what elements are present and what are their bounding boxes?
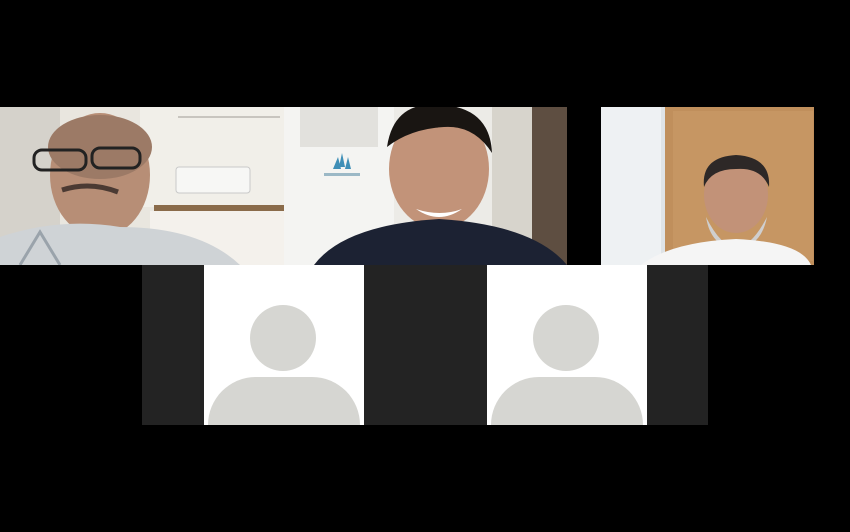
- participant-video-tile-1[interactable]: [0, 107, 284, 265]
- avatar-body-icon: [491, 377, 643, 425]
- empty-tile-2: [364, 265, 487, 425]
- participant-video-3: [601, 107, 814, 265]
- empty-tile-1: [142, 265, 204, 425]
- participant-video-tile-2[interactable]: [284, 107, 567, 265]
- participant-avatar-tile-5[interactable]: [487, 265, 647, 425]
- participant-video-1: [0, 107, 284, 265]
- participant-video-tile-3[interactable]: [601, 107, 814, 265]
- empty-tile-3: [647, 265, 708, 425]
- avatar-body-icon: [208, 377, 360, 425]
- avatar-icon: [250, 305, 316, 371]
- participant-avatar-tile-4[interactable]: [204, 265, 364, 425]
- avatar-icon: [533, 305, 599, 371]
- participant-video-2: [284, 107, 567, 265]
